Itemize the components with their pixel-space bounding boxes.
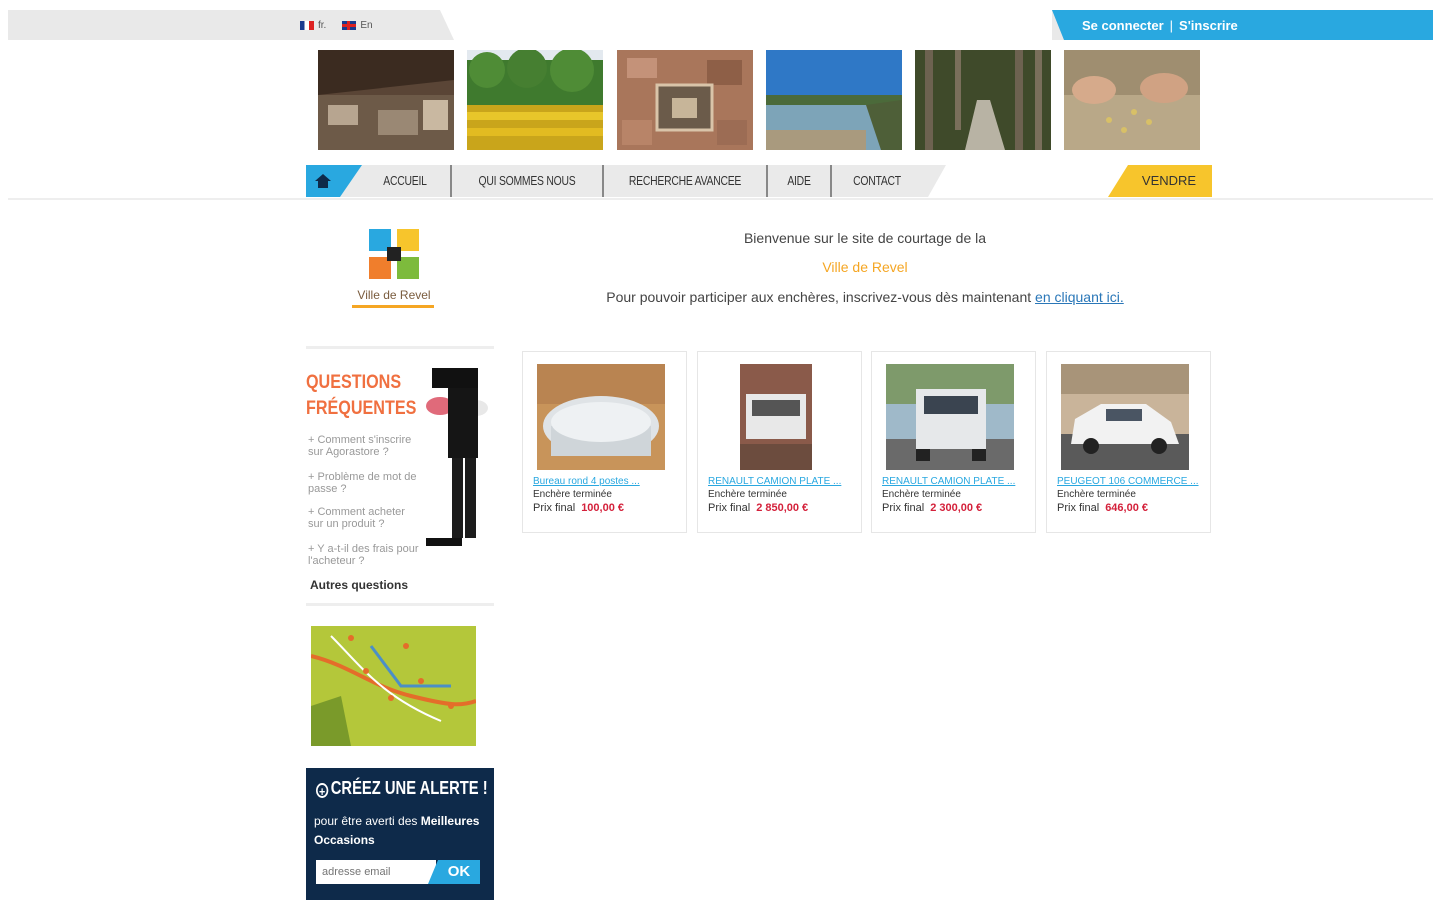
product-image	[886, 364, 1014, 470]
product-card[interactable]: PEUGEOT 106 COMMERCE ... Enchère terminé…	[1046, 351, 1211, 533]
welcome-line-3: Pour pouvoir participer aux enchères, in…	[560, 289, 1170, 305]
nav-separator	[830, 165, 832, 197]
home-icon	[315, 174, 331, 188]
photo-lake	[766, 50, 902, 150]
product-image	[712, 364, 840, 470]
language-fr[interactable]: fr.	[300, 20, 326, 31]
login-link[interactable]: Se connecter	[1082, 18, 1164, 33]
city-logo-icon	[369, 229, 419, 279]
product-title[interactable]: Bureau rond 4 postes ...	[533, 476, 678, 487]
faq-question-4[interactable]: + Y a-t-il des frais pour l'acheteur ?	[308, 543, 420, 567]
product-image	[537, 364, 665, 470]
faq-title-line-2: FRÉQUENTES	[306, 398, 417, 419]
product-status: Enchère terminée	[708, 489, 787, 500]
product-price: Prix final 100,00 €	[533, 502, 625, 514]
photo-market-hall	[318, 50, 454, 150]
region-map[interactable]	[311, 626, 476, 746]
nav-separator	[602, 165, 604, 197]
faq-question-1[interactable]: + Comment s'inscrire sur Agorastore ?	[308, 434, 420, 458]
top-bar-gap	[440, 10, 1052, 40]
product-status: Enchère terminée	[533, 489, 612, 500]
nav-recherche-avancee[interactable]: RECHERCHE AVANCEE	[620, 165, 750, 197]
product-price: Prix final 2 850,00 €	[708, 502, 809, 514]
faq-title: QUESTIONS FRÉQUENTES	[306, 370, 417, 422]
language-en[interactable]: En	[342, 19, 373, 31]
faq-man-illustration	[426, 368, 488, 546]
product-image	[1061, 364, 1189, 470]
photo-tree-alley	[915, 50, 1051, 150]
faq-more-link[interactable]: Autres questions	[310, 578, 408, 592]
nav-contact[interactable]: CONTACT	[843, 165, 912, 197]
alert-subtitle: pour être averti des Meilleures Occasion…	[314, 812, 489, 850]
city-logo-text: Ville de Revel	[357, 288, 431, 302]
nav-qui-sommes-nous[interactable]: QUI SOMMES NOUS	[467, 165, 587, 197]
product-card[interactable]: RENAULT CAMION PLATE ... Enchère terminé…	[697, 351, 862, 533]
register-link[interactable]: S'inscrire	[1179, 18, 1238, 33]
french-flag-icon	[300, 20, 314, 30]
nav-separator	[766, 165, 768, 197]
photo-hands-coins	[1064, 50, 1200, 150]
product-title[interactable]: RENAULT CAMION PLATE ...	[882, 476, 1027, 487]
plus-circle-icon: +	[316, 783, 329, 799]
alert-email-input[interactable]	[316, 860, 436, 884]
nav-accueil[interactable]: ACCUEIL	[379, 165, 432, 197]
language-fr-label: fr.	[318, 19, 327, 31]
alert-title: + CRÉEZ UNE ALERTE !	[316, 778, 488, 799]
sell-button[interactable]: VENDRE	[1108, 165, 1212, 197]
account-bar: Se connecter | S'inscrire	[1052, 10, 1433, 40]
welcome-line-1: Bienvenue sur le site de courtage de la	[743, 230, 987, 246]
alert-title-text: CRÉEZ UNE ALERTE !	[330, 778, 488, 798]
nav-separator	[450, 165, 452, 197]
alert-subtitle-text: pour être averti des	[314, 814, 418, 828]
faq-title-line-1: QUESTIONS	[306, 372, 402, 393]
product-price: Prix final 2 300,00 €	[882, 502, 983, 514]
account-separator: |	[1169, 17, 1174, 33]
nav-aide[interactable]: AIDE	[774, 165, 824, 197]
language-switcher: fr. En	[300, 10, 373, 40]
product-card[interactable]: RENAULT CAMION PLATE ... Enchère terminé…	[871, 351, 1036, 533]
uk-flag-icon	[342, 20, 357, 30]
register-here-link[interactable]: en cliquant ici.	[1035, 289, 1124, 305]
photo-aerial-town	[617, 50, 753, 150]
product-title[interactable]: RENAULT CAMION PLATE ...	[708, 476, 853, 487]
welcome-city: Ville de Revel	[822, 259, 908, 275]
language-en-label: En	[360, 19, 373, 31]
faq-bottom-divider	[306, 603, 494, 606]
faq-question-2[interactable]: + Problème de mot de passe ?	[308, 471, 420, 495]
photo-sunflowers	[467, 50, 603, 150]
product-card[interactable]: Bureau rond 4 postes ... Enchère terminé…	[522, 351, 687, 533]
product-status: Enchère terminée	[882, 489, 961, 500]
nav-divider	[8, 198, 1433, 200]
product-status: Enchère terminée	[1057, 489, 1136, 500]
faq-question-3[interactable]: + Comment acheter sur un produit ?	[308, 506, 420, 530]
product-title[interactable]: PEUGEOT 106 COMMERCE ...	[1057, 476, 1202, 487]
logo-underline	[352, 305, 434, 308]
welcome-register-text: Pour pouvoir participer aux enchères, in…	[606, 289, 1032, 305]
faq-top-divider	[306, 346, 494, 349]
product-price: Prix final 646,00 €	[1057, 502, 1149, 514]
